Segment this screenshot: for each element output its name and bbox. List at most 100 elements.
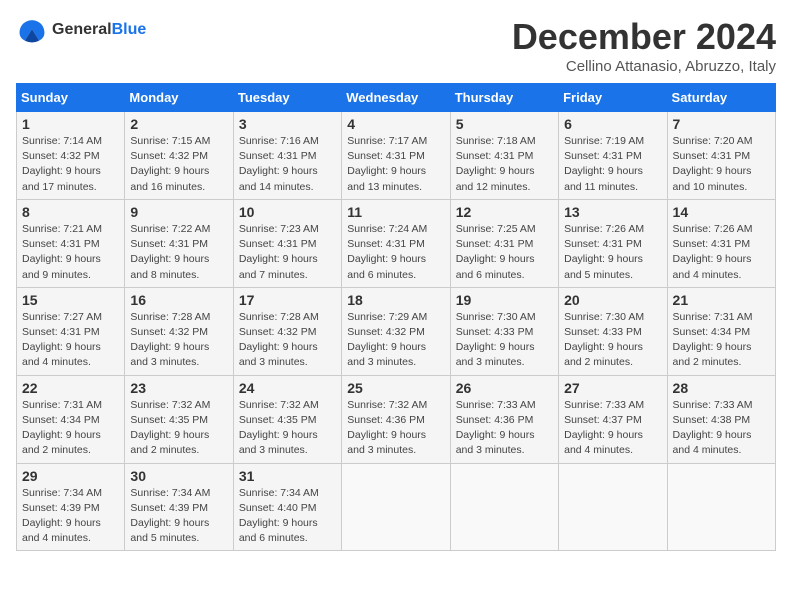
calendar-cell: 17 Sunrise: 7:28 AM Sunset: 4:32 PM Dayli… [233,287,341,375]
day-info: Sunrise: 7:34 AM Sunset: 4:39 PM Dayligh… [130,486,227,547]
day-number: 4 [347,116,444,132]
day-info: Sunrise: 7:17 AM Sunset: 4:31 PM Dayligh… [347,134,444,195]
day-info: Sunrise: 7:28 AM Sunset: 4:32 PM Dayligh… [239,310,336,371]
calendar-cell: 19 Sunrise: 7:30 AM Sunset: 4:33 PM Dayli… [450,287,558,375]
day-number: 25 [347,380,444,396]
calendar-cell: 18 Sunrise: 7:29 AM Sunset: 4:32 PM Dayli… [342,287,450,375]
day-info: Sunrise: 7:34 AM Sunset: 4:39 PM Dayligh… [22,486,119,547]
day-info: Sunrise: 7:25 AM Sunset: 4:31 PM Dayligh… [456,222,553,283]
calendar-cell: 2 Sunrise: 7:15 AM Sunset: 4:32 PM Daylig… [125,112,233,200]
calendar-cell: 27 Sunrise: 7:33 AM Sunset: 4:37 PM Dayli… [559,375,667,463]
calendar-cell: 8 Sunrise: 7:21 AM Sunset: 4:31 PM Daylig… [17,199,125,287]
day-info: Sunrise: 7:26 AM Sunset: 4:31 PM Dayligh… [673,222,770,283]
calendar-cell: 13 Sunrise: 7:26 AM Sunset: 4:31 PM Dayli… [559,199,667,287]
calendar-week-row: 15Sunrise: 7:27 AM Sunset: 4:31 PM Dayli… [17,287,776,375]
calendar-cell: 12 Sunrise: 7:25 AM Sunset: 4:31 PM Dayli… [450,199,558,287]
weekday-header-friday: Friday [559,84,667,112]
calendar-cell: 6 Sunrise: 7:19 AM Sunset: 4:31 PM Daylig… [559,112,667,200]
title-area: December 2024 Cellino Attanasio, Abruzzo… [512,16,776,75]
calendar-cell: 15Sunrise: 7:27 AM Sunset: 4:31 PM Dayli… [17,287,125,375]
day-info: Sunrise: 7:33 AM Sunset: 4:38 PM Dayligh… [673,398,770,459]
calendar-cell: 16 Sunrise: 7:28 AM Sunset: 4:32 PM Dayli… [125,287,233,375]
calendar-cell: 29 Sunrise: 7:34 AM Sunset: 4:39 PM Dayli… [17,463,125,551]
calendar-cell: 31 Sunrise: 7:34 AM Sunset: 4:40 PM Dayli… [233,463,341,551]
day-info: Sunrise: 7:27 AM Sunset: 4:31 PM Dayligh… [22,310,119,371]
logo: GeneralBlue [16,16,146,44]
day-number: 27 [564,380,661,396]
day-number: 14 [673,204,770,220]
day-number: 20 [564,292,661,308]
weekday-header-wednesday: Wednesday [342,84,450,112]
day-info: Sunrise: 7:21 AM Sunset: 4:31 PM Dayligh… [22,222,119,283]
day-info: Sunrise: 7:18 AM Sunset: 4:31 PM Dayligh… [456,134,553,195]
weekday-header-monday: Monday [125,84,233,112]
day-info: Sunrise: 7:32 AM Sunset: 4:36 PM Dayligh… [347,398,444,459]
logo-text: GeneralBlue [52,21,146,39]
calendar-cell: 30Sunrise: 7:34 AM Sunset: 4:39 PM Dayli… [125,463,233,551]
calendar-cell: 20 Sunrise: 7:30 AM Sunset: 4:33 PM Dayli… [559,287,667,375]
day-number: 6 [564,116,661,132]
weekday-header-sunday: Sunday [17,84,125,112]
day-number: 29 [22,468,119,484]
day-info: Sunrise: 7:31 AM Sunset: 4:34 PM Dayligh… [673,310,770,371]
day-info: Sunrise: 7:19 AM Sunset: 4:31 PM Dayligh… [564,134,661,195]
calendar-cell: 26 Sunrise: 7:33 AM Sunset: 4:36 PM Dayli… [450,375,558,463]
day-number: 7 [673,116,770,132]
day-info: Sunrise: 7:29 AM Sunset: 4:32 PM Dayligh… [347,310,444,371]
day-number: 19 [456,292,553,308]
calendar-week-row: 22Sunrise: 7:31 AM Sunset: 4:34 PM Dayli… [17,375,776,463]
day-number: 17 [239,292,336,308]
weekday-header-saturday: Saturday [667,84,775,112]
day-info: Sunrise: 7:28 AM Sunset: 4:32 PM Dayligh… [130,310,227,371]
calendar-cell: 10Sunrise: 7:23 AM Sunset: 4:31 PM Dayli… [233,199,341,287]
day-info: Sunrise: 7:30 AM Sunset: 4:33 PM Dayligh… [456,310,553,371]
day-number: 8 [22,204,119,220]
calendar-cell [667,463,775,551]
calendar-cell: 7 Sunrise: 7:20 AM Sunset: 4:31 PM Daylig… [667,112,775,200]
day-info: Sunrise: 7:15 AM Sunset: 4:32 PM Dayligh… [130,134,227,195]
day-info: Sunrise: 7:31 AM Sunset: 4:34 PM Dayligh… [22,398,119,459]
calendar-cell: 9 Sunrise: 7:22 AM Sunset: 4:31 PM Daylig… [125,199,233,287]
day-info: Sunrise: 7:22 AM Sunset: 4:31 PM Dayligh… [130,222,227,283]
day-number: 18 [347,292,444,308]
calendar-table: SundayMondayTuesdayWednesdayThursdayFrid… [16,83,776,551]
calendar-cell: 14 Sunrise: 7:26 AM Sunset: 4:31 PM Dayli… [667,199,775,287]
calendar-week-row: 29 Sunrise: 7:34 AM Sunset: 4:39 PM Dayli… [17,463,776,551]
day-number: 24 [239,380,336,396]
day-number: 5 [456,116,553,132]
calendar-cell: 28Sunrise: 7:33 AM Sunset: 4:38 PM Dayli… [667,375,775,463]
day-number: 9 [130,204,227,220]
day-info: Sunrise: 7:30 AM Sunset: 4:33 PM Dayligh… [564,310,661,371]
day-info: Sunrise: 7:20 AM Sunset: 4:31 PM Dayligh… [673,134,770,195]
day-info: Sunrise: 7:32 AM Sunset: 4:35 PM Dayligh… [130,398,227,459]
logo-icon [16,16,48,44]
calendar-week-row: 8 Sunrise: 7:21 AM Sunset: 4:31 PM Daylig… [17,199,776,287]
calendar-cell [342,463,450,551]
day-number: 26 [456,380,553,396]
day-info: Sunrise: 7:16 AM Sunset: 4:31 PM Dayligh… [239,134,336,195]
weekday-header-row: SundayMondayTuesdayWednesdayThursdayFrid… [17,84,776,112]
day-info: Sunrise: 7:14 AM Sunset: 4:32 PM Dayligh… [22,134,119,195]
day-info: Sunrise: 7:34 AM Sunset: 4:40 PM Dayligh… [239,486,336,547]
day-info: Sunrise: 7:33 AM Sunset: 4:36 PM Dayligh… [456,398,553,459]
day-info: Sunrise: 7:33 AM Sunset: 4:37 PM Dayligh… [564,398,661,459]
day-number: 13 [564,204,661,220]
day-number: 23 [130,380,227,396]
page-header: GeneralBlue December 2024 Cellino Attana… [16,16,776,75]
day-number: 10 [239,204,336,220]
calendar-cell [450,463,558,551]
weekday-header-tuesday: Tuesday [233,84,341,112]
calendar-cell: 3 Sunrise: 7:16 AM Sunset: 4:31 PM Daylig… [233,112,341,200]
day-number: 2 [130,116,227,132]
calendar-cell: 24 Sunrise: 7:32 AM Sunset: 4:35 PM Dayli… [233,375,341,463]
day-number: 1 [22,116,119,132]
day-number: 16 [130,292,227,308]
month-title: December 2024 [512,16,776,58]
day-info: Sunrise: 7:26 AM Sunset: 4:31 PM Dayligh… [564,222,661,283]
day-number: 12 [456,204,553,220]
day-info: Sunrise: 7:32 AM Sunset: 4:35 PM Dayligh… [239,398,336,459]
calendar-cell: 11Sunrise: 7:24 AM Sunset: 4:31 PM Dayli… [342,199,450,287]
day-number: 31 [239,468,336,484]
calendar-cell: 1 Sunrise: 7:14 AM Sunset: 4:32 PM Daylig… [17,112,125,200]
day-number: 3 [239,116,336,132]
